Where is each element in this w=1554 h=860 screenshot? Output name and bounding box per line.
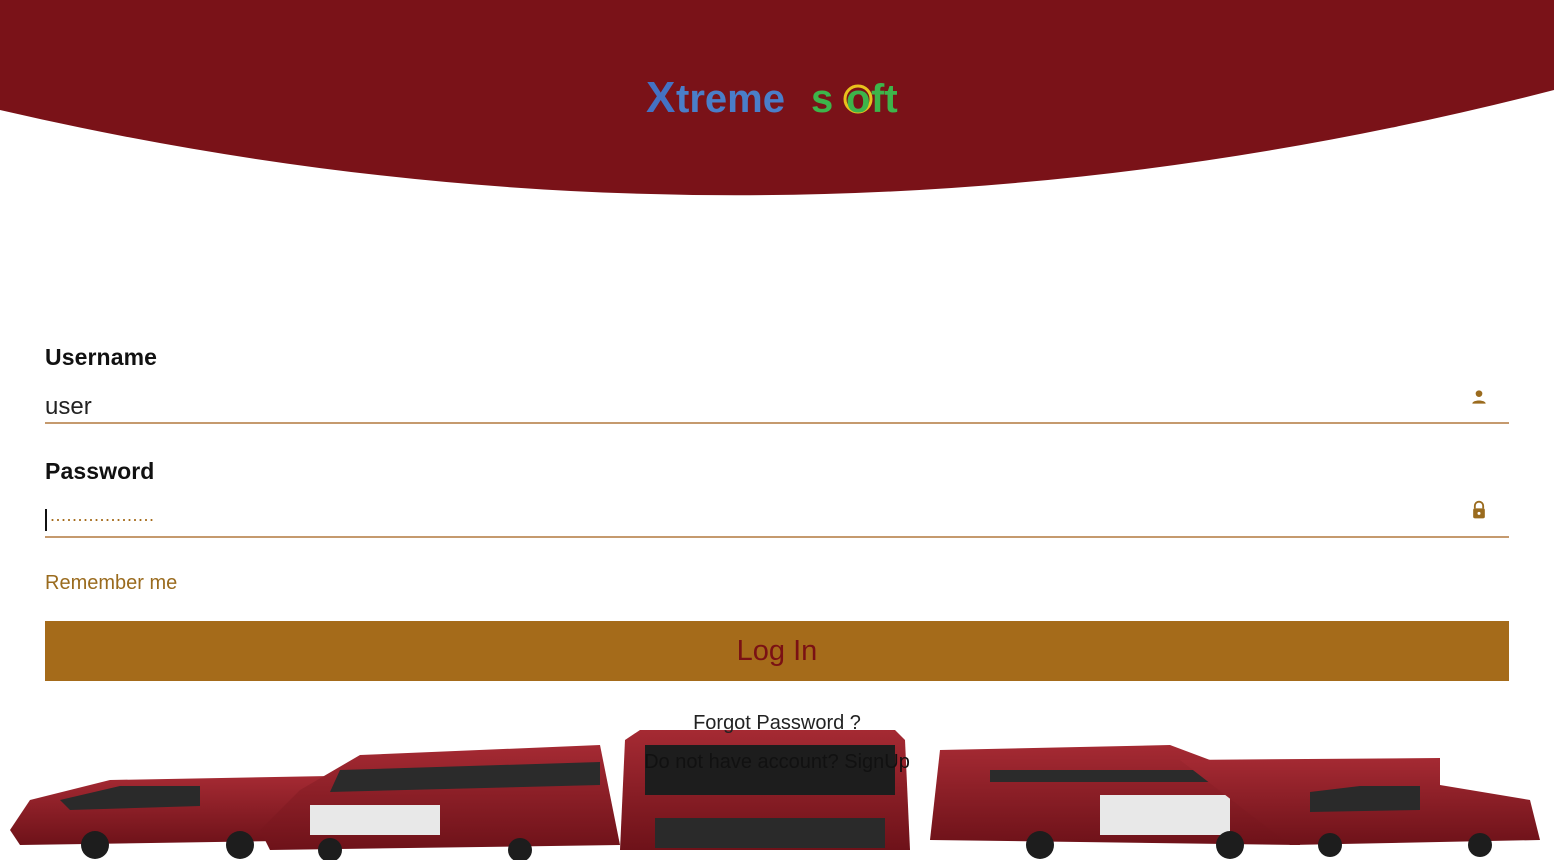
svg-text:X: X bbox=[646, 73, 675, 120]
person-icon bbox=[1472, 390, 1486, 404]
signup-link[interactable]: SignUp bbox=[844, 751, 910, 773]
login-button[interactable]: Log In bbox=[45, 621, 1509, 681]
username-input[interactable]: user bbox=[45, 393, 92, 421]
username-label: Username bbox=[45, 344, 158, 370]
password-input[interactable]: ................... bbox=[50, 505, 155, 526]
forgot-password-link[interactable]: Forgot Password ? bbox=[0, 712, 1554, 735]
svg-text:ft: ft bbox=[871, 77, 898, 120]
remember-me-toggle[interactable]: Remember me bbox=[45, 572, 177, 595]
signup-prompt: Do not have account? bbox=[644, 751, 839, 773]
svg-text:s: s bbox=[811, 77, 833, 120]
svg-text:o: o bbox=[846, 77, 870, 120]
username-underline bbox=[45, 422, 1509, 424]
svg-text:treme: treme bbox=[676, 77, 785, 120]
password-underline bbox=[45, 536, 1509, 538]
text-caret bbox=[45, 509, 47, 531]
signup-row: Do not have account? SignUp bbox=[0, 751, 1554, 774]
lock-icon bbox=[1473, 500, 1485, 519]
brand-logo: X treme s o ft bbox=[646, 70, 908, 122]
password-label: Password bbox=[45, 458, 155, 484]
